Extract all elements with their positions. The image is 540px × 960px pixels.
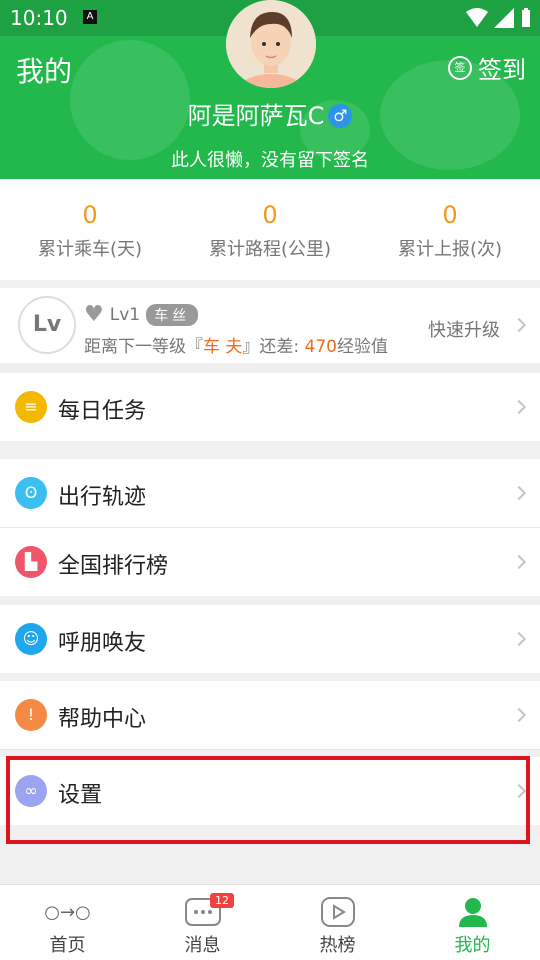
menu-item-invite-friends[interactable]: ☺ 呼朋唤友 — [0, 605, 540, 673]
lightbulb-icon: ! — [15, 699, 47, 731]
home-route-icon: ○→○ — [44, 901, 91, 923]
username: 阿是阿萨瓦C — [187, 102, 325, 130]
stat-distance[interactable]: 0 累计路程(公里) — [180, 179, 360, 280]
person-icon — [405, 895, 540, 929]
signin-label: 签到 — [478, 56, 526, 84]
stat-value: 0 — [442, 201, 458, 229]
profile-header: 10:10 A 我的 签 签到 阿是阿萨瓦C ♂ 此人很懒，没有留下签名 — [0, 0, 540, 179]
stat-label: 累计路程(公里) — [208, 239, 332, 260]
play-icon — [270, 895, 405, 929]
highlight-box — [6, 756, 530, 844]
stat-label: 累计乘车(天) — [37, 239, 143, 260]
points-needed: 470 — [304, 337, 337, 357]
level-desc-mid: 』还差: — [242, 337, 305, 357]
stat-reports[interactable]: 0 累计上报(次) — [360, 179, 540, 280]
avatar-face-icon — [226, 0, 316, 88]
chevron-right-icon — [511, 554, 527, 570]
podium-icon: ▙ — [15, 546, 47, 578]
stats-panel: 0 累计乘车(天) 0 累计路程(公里) 0 累计上报(次) — [0, 179, 540, 280]
upgrade-link[interactable]: 快速升级 — [428, 316, 500, 342]
divider — [0, 749, 540, 750]
username-row[interactable]: 阿是阿萨瓦C ♂ — [0, 96, 540, 131]
level-card[interactable]: Lv ♥ Lv1 车丝 距离下一等级『车 夫』还差: 470经验值 快速升级 — [0, 288, 540, 363]
chevron-right-icon — [511, 707, 527, 723]
tab-label: 首页 — [49, 935, 86, 956]
chevron-right-icon — [511, 631, 527, 647]
stat-value: 0 — [82, 201, 98, 229]
level-tag: 车丝 — [146, 303, 199, 326]
signin-button[interactable]: 签 签到 — [448, 50, 526, 85]
coins-icon: ≡ — [15, 391, 47, 423]
wifi-icon — [466, 8, 488, 27]
message-count-badge: 12 — [210, 893, 234, 908]
next-level-name: 车 夫 — [203, 337, 243, 357]
bottom-tab-bar: ○→○ 首页 消息 热榜 我的 12 — [0, 884, 540, 960]
signal-icon — [494, 8, 514, 28]
status-icons — [466, 8, 532, 28]
friends-icon: ☺ — [15, 623, 47, 655]
menu-item-label: 帮助中心 — [58, 707, 147, 732]
chevron-right-icon — [511, 317, 527, 333]
menu-item-daily-tasks[interactable]: ≡ 每日任务 — [0, 373, 540, 441]
tab-me[interactable]: 我的 — [405, 885, 540, 960]
notification-icon: A — [83, 10, 97, 24]
menu-item-label: 全国排行榜 — [58, 554, 169, 579]
page-title: 我的 — [16, 55, 73, 88]
level-description: 距离下一等级『车 夫』还差: 470经验值 — [84, 332, 388, 357]
stat-label: 累计上报(次) — [397, 239, 503, 260]
menu-item-label: 出行轨迹 — [58, 485, 147, 510]
status-time: 10:10 — [10, 6, 68, 30]
menu-item-help-center[interactable]: ! 帮助中心 — [0, 681, 540, 749]
menu-item-label: 每日任务 — [58, 399, 147, 424]
level-desc-prefix: 距离下一等级『 — [84, 337, 203, 357]
message-icon — [135, 895, 270, 929]
level-badge: Lv — [18, 296, 76, 354]
chevron-right-icon — [511, 399, 527, 415]
level-text: Lv1 — [109, 304, 141, 325]
avatar[interactable] — [226, 0, 316, 88]
heart-icon: ♥ — [84, 302, 104, 327]
stat-rides[interactable]: 0 累计乘车(天) — [0, 179, 180, 280]
menu-item-travel-history[interactable]: ʘ 出行轨迹 — [0, 459, 540, 527]
tab-label: 我的 — [454, 935, 491, 956]
tab-label: 热榜 — [319, 935, 356, 956]
footprint-icon: ʘ — [15, 477, 47, 509]
level-desc-suffix: 经验值 — [337, 337, 388, 357]
signature: 此人很懒，没有留下签名 — [171, 150, 369, 171]
tab-messages[interactable]: 消息 — [135, 885, 270, 960]
male-icon: ♂ — [328, 104, 353, 128]
tab-label: 消息 — [184, 935, 221, 956]
tab-home[interactable]: ○→○ 首页 — [0, 885, 135, 960]
level-row: ♥ Lv1 车丝 — [84, 302, 199, 327]
tab-trending[interactable]: 热榜 — [270, 885, 405, 960]
battery-icon — [522, 8, 530, 27]
menu-item-ranking[interactable]: ▙ 全国排行榜 — [0, 528, 540, 596]
signin-icon: 签 — [448, 55, 472, 80]
stat-value: 0 — [262, 201, 278, 229]
menu-item-label: 呼朋唤友 — [58, 631, 147, 656]
chevron-right-icon — [511, 485, 527, 501]
